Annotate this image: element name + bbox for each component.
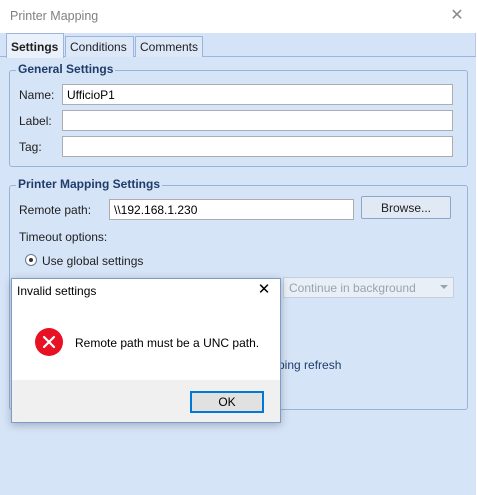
dialog-close-icon[interactable]: ✕ [256, 281, 272, 299]
name-input[interactable]: UfficioP1 [62, 84, 453, 105]
continue-in-background-select[interactable]: Continue in background [283, 277, 454, 298]
label-input[interactable] [62, 110, 453, 131]
tag-label: Tag: [19, 140, 42, 154]
use-global-settings-radio[interactable] [25, 254, 37, 266]
tab-strip: Settings Conditions Comments [0, 33, 476, 58]
invalid-settings-dialog: Invalid settings ✕ Remote path must be a… [11, 278, 281, 423]
remote-path-label: Remote path: [19, 203, 92, 217]
use-global-settings-label[interactable]: Use global settings [42, 254, 143, 268]
window-titlebar: Printer Mapping ✕ [0, 0, 476, 33]
tab-conditions[interactable]: Conditions [65, 36, 134, 57]
error-icon [35, 328, 63, 356]
ok-button[interactable]: OK [190, 391, 264, 413]
printer-mapping-settings-title: Printer Mapping Settings [16, 177, 163, 191]
window-title: Printer Mapping [10, 9, 99, 23]
general-settings-title: General Settings [16, 62, 116, 76]
dialog-title: Invalid settings [17, 284, 97, 298]
browse-button[interactable]: Browse... [361, 196, 451, 219]
continue-in-background-value: Continue in background [289, 281, 416, 295]
dialog-message: Remote path must be a UNC path. [75, 336, 260, 350]
name-label: Name: [19, 88, 55, 102]
timeout-options-label: Timeout options: [19, 230, 108, 244]
window-close-icon[interactable]: ✕ [446, 5, 468, 27]
label-label: Label: [19, 114, 52, 128]
tab-settings[interactable]: Settings [6, 33, 64, 58]
chevron-down-icon [440, 285, 448, 289]
remote-path-input[interactable]: \\192.168.1.230 [109, 199, 354, 220]
tab-comments[interactable]: Comments [135, 36, 203, 57]
dialog-footer: OK [12, 380, 280, 422]
tag-input[interactable] [62, 136, 453, 157]
settings-tab-page: General Settings Name: UfficioP1 Label: … [0, 57, 476, 495]
refresh-option-label[interactable]: ping refresh [278, 358, 341, 372]
